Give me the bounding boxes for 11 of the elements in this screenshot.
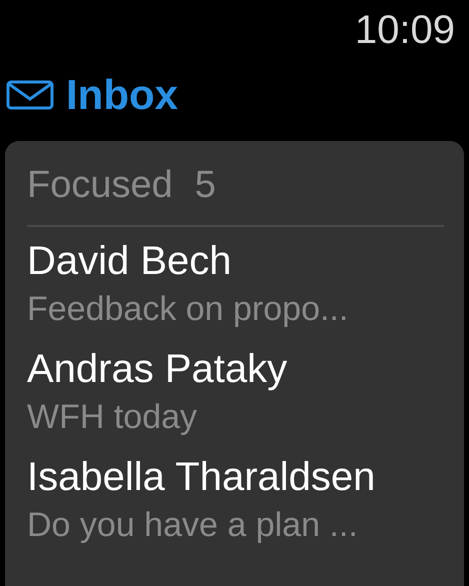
status-time: 10:09 <box>354 7 455 54</box>
section-label: Focused <box>27 163 173 208</box>
sender-name[interactable]: David Bech <box>27 235 232 287</box>
inbox-title[interactable]: Inbox <box>66 67 178 123</box>
message-subject[interactable]: WFH today <box>27 395 198 439</box>
mail-icon <box>6 80 54 110</box>
sender-name[interactable]: Andras Pataky <box>27 343 288 395</box>
sender-name[interactable]: Isabella Tharaldsen <box>27 451 376 503</box>
message-subject[interactable]: Feedback on propo... <box>27 287 348 331</box>
unread-count: 5 <box>194 163 216 208</box>
message-subject[interactable]: Do you have a plan ... <box>27 503 358 547</box>
